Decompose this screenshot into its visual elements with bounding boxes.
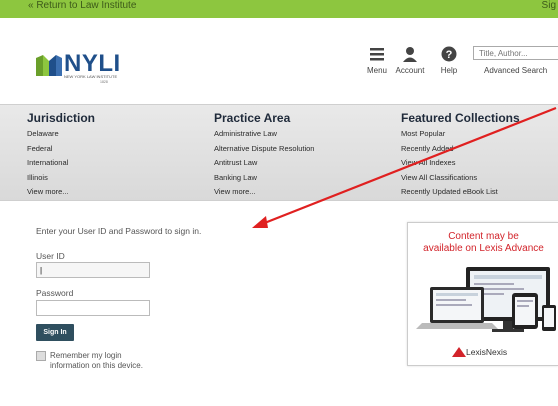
password-field[interactable] — [36, 300, 150, 316]
jurisdiction-view-more[interactable]: View more... — [27, 185, 95, 200]
jurisdiction-link-illinois[interactable]: Illinois — [27, 171, 95, 186]
practice-view-more[interactable]: View more... — [214, 185, 314, 200]
remember-label-line2: information on this device. — [50, 361, 143, 370]
signin-instructions: Enter your User ID and Password to sign … — [36, 226, 202, 236]
nyli-logo[interactable]: NYLI NEW YORK LAW INSTITUTE 1828 — [34, 50, 130, 88]
advanced-search-link[interactable]: Advanced Search — [484, 66, 547, 75]
menu-button[interactable]: Menu — [362, 46, 392, 75]
menu-label: Menu — [366, 66, 387, 75]
user-icon — [403, 47, 417, 62]
featured-link-recently-added[interactable]: Recently Added — [401, 142, 520, 157]
signin-form: Enter your User ID and Password to sign … — [36, 226, 202, 370]
logo-subtitle: NEW YORK LAW INSTITUTE — [64, 74, 118, 79]
return-to-law-institute-link[interactable]: « Return to Law Institute — [28, 0, 136, 12]
featured-collections-heading: Featured Collections — [401, 111, 520, 125]
hamburger-icon — [370, 48, 384, 61]
site-header: NYLI NEW YORK LAW INSTITUTE 1828 Menu Ac… — [0, 18, 558, 104]
jurisdiction-column: Jurisdiction Delaware Federal Internatio… — [27, 111, 95, 200]
help-button[interactable]: ? Help — [434, 46, 464, 75]
practice-link-antitrust[interactable]: Antitrust Law — [214, 156, 314, 171]
signin-button[interactable]: Sign In — [36, 324, 74, 341]
ad-headline-line2: available on Lexis Advance — [423, 243, 544, 254]
practice-link-administrative[interactable]: Administrative Law — [214, 127, 314, 142]
devices-illustration-icon — [416, 267, 556, 332]
featured-link-classifications[interactable]: View All Classifications — [401, 171, 520, 186]
password-label: Password — [36, 288, 74, 298]
userid-field[interactable] — [36, 262, 150, 278]
ad-headline-line1: Content may be — [448, 231, 519, 242]
featured-link-most-popular[interactable]: Most Popular — [401, 127, 520, 142]
lexis-advance-ad[interactable]: Content may be available on Lexis Advanc… — [407, 222, 558, 366]
top-signin-link[interactable]: Sig — [542, 0, 558, 12]
lexisnexis-logo-icon — [452, 347, 466, 357]
featured-collections-column: Featured Collections Most Popular Recent… — [401, 111, 520, 200]
book-logo-icon — [36, 55, 62, 76]
search-input[interactable] — [473, 46, 558, 60]
help-label: Help — [440, 66, 458, 75]
help-icon: ? — [441, 46, 457, 62]
account-button[interactable]: Account — [395, 46, 425, 75]
remember-label-line1: Remember my login — [50, 351, 122, 360]
practice-link-banking[interactable]: Banking Law — [214, 171, 314, 186]
userid-label: User ID — [36, 251, 65, 261]
account-label: Account — [395, 66, 425, 75]
practice-area-column: Practice Area Administrative Law Alterna… — [214, 111, 314, 200]
featured-link-ebook-list[interactable]: Recently Updated eBook List — [401, 185, 520, 200]
ad-headline: Content may be available on Lexis Advanc… — [408, 231, 558, 255]
practice-link-adr[interactable]: Alternative Dispute Resolution — [214, 142, 314, 157]
featured-link-indexes[interactable]: View All Indexes — [401, 156, 520, 171]
remember-checkbox[interactable] — [36, 351, 46, 361]
jurisdiction-link-delaware[interactable]: Delaware — [27, 127, 95, 142]
practice-area-heading: Practice Area — [214, 111, 291, 125]
category-nav-band: Jurisdiction Delaware Federal Internatio… — [0, 104, 558, 201]
lexisnexis-brand: LexisNexis — [466, 347, 508, 357]
logo-year: 1828 — [100, 80, 108, 84]
jurisdiction-heading: Jurisdiction — [27, 111, 96, 125]
svg-text:?: ? — [446, 49, 453, 61]
jurisdiction-link-federal[interactable]: Federal — [27, 142, 95, 157]
jurisdiction-link-international[interactable]: International — [27, 156, 95, 171]
remember-me[interactable]: Remember my login information on this de… — [36, 351, 143, 371]
top-bar: « Return to Law Institute Sig — [0, 0, 558, 18]
